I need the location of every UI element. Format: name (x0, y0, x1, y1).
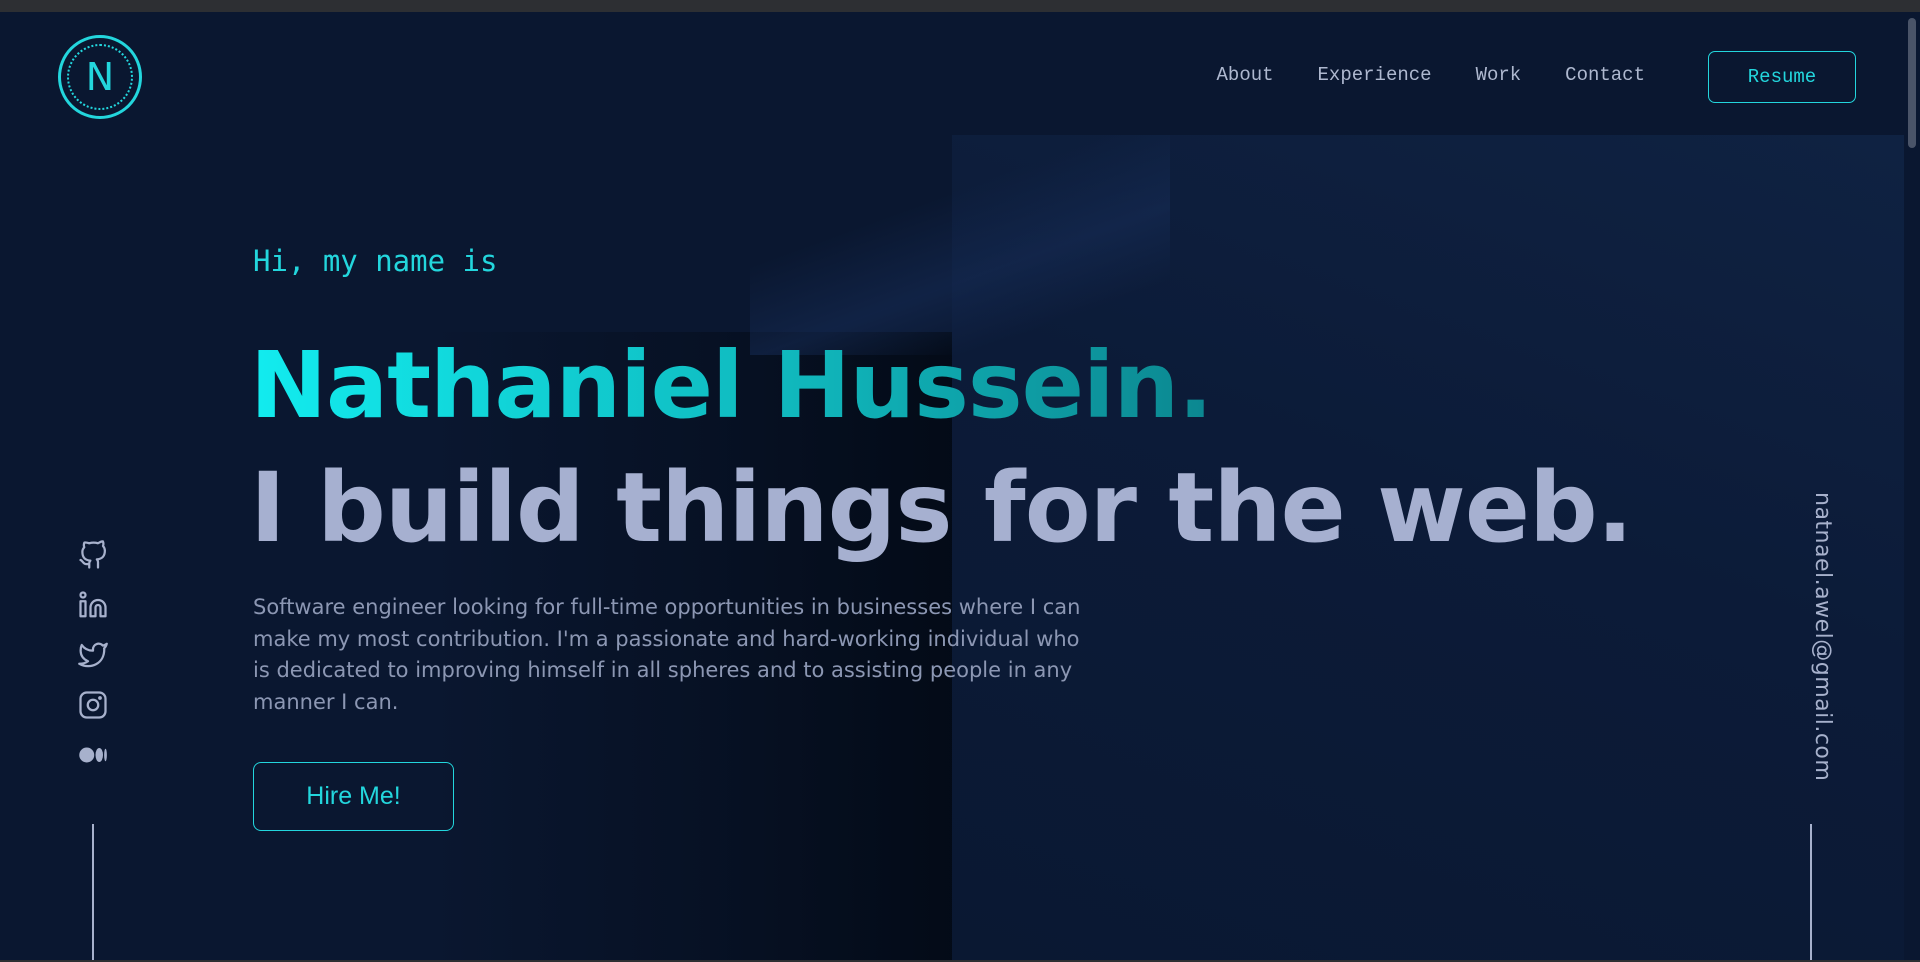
linkedin-icon[interactable] (77, 590, 109, 620)
hero-tagline: I build things for the web. (250, 452, 1633, 564)
instagram-icon[interactable] (77, 690, 109, 720)
scrollbar-thumb[interactable] (1908, 18, 1916, 148)
resume-button[interactable]: Resume (1708, 51, 1856, 103)
logo-letter: N (85, 55, 115, 99)
twitter-icon[interactable] (77, 640, 109, 670)
email-link[interactable]: natnael.awel@gmail.com (1810, 492, 1835, 781)
intro-text: Hi, my name is (253, 244, 498, 278)
nav-about[interactable]: About (1217, 64, 1274, 86)
email-divider-line (1810, 824, 1812, 962)
main-nav: About Experience Work Contact (1217, 64, 1645, 86)
hero-name: Nathaniel Hussein. (250, 332, 1213, 439)
medium-icon[interactable] (77, 740, 109, 770)
social-links (76, 540, 110, 770)
hero-bio: Software engineer looking for full-time … (253, 595, 1081, 714)
nav-work[interactable]: Work (1476, 64, 1522, 86)
nav-experience[interactable]: Experience (1318, 64, 1432, 86)
background-cone (750, 135, 1170, 355)
viewport: N About Experience Work Contact Resume H… (0, 12, 1920, 962)
scrollbar[interactable] (1904, 12, 1920, 962)
nav-contact[interactable]: Contact (1565, 64, 1645, 86)
social-divider-line (92, 824, 94, 962)
hire-me-button[interactable]: Hire Me! (253, 762, 454, 831)
logo[interactable]: N (58, 35, 142, 119)
github-icon[interactable] (77, 540, 109, 570)
